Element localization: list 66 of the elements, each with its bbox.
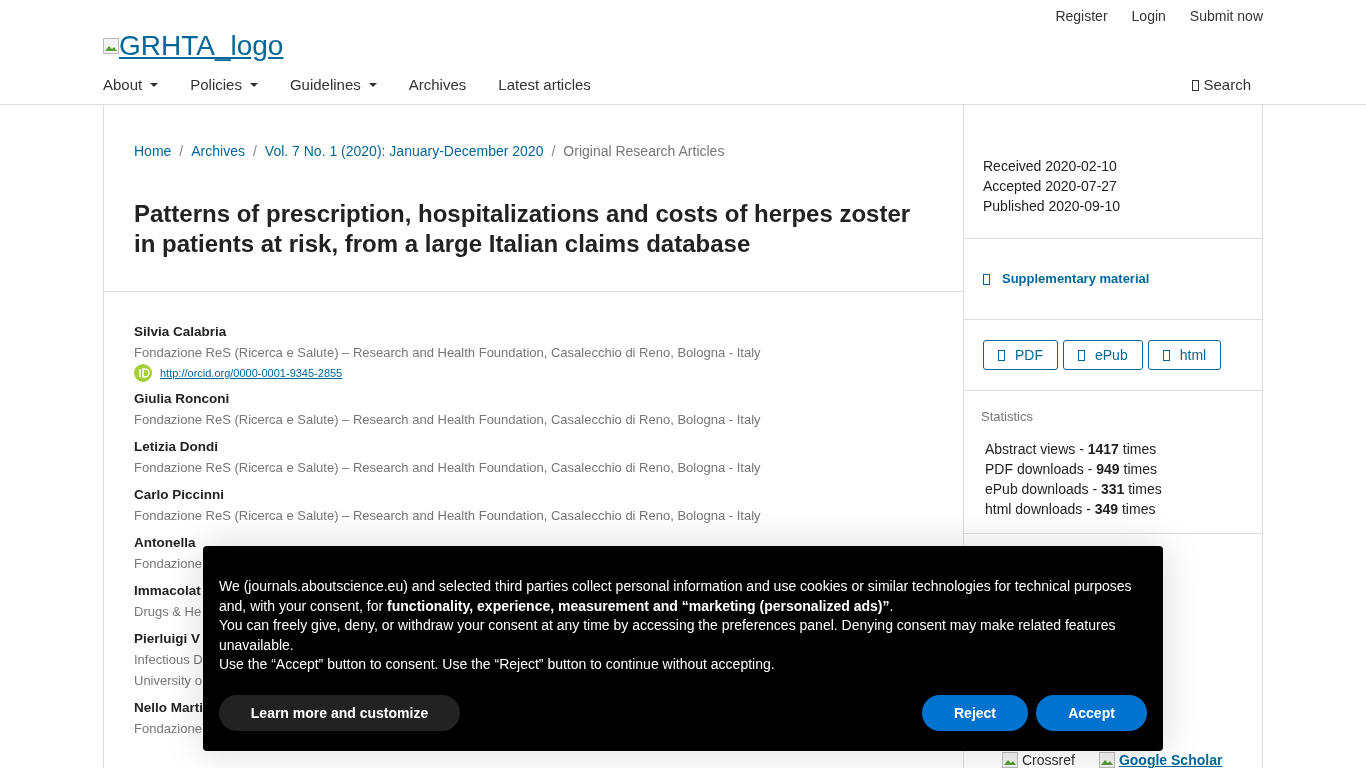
statistics-row-text: Abstract views - 1417 times	[985, 440, 1158, 459]
statistics-row-text: html downloads - 349 times	[985, 500, 1157, 519]
author-affiliation: Fondazione ReS (Ricerca e Salute) – Research and Health Foundation, Casalecchio di Reno, Bologna - Italy	[134, 507, 761, 525]
missing-glyph-icon	[1078, 349, 1085, 361]
author-affiliation: Infectious D	[134, 651, 203, 669]
nav-menu-item[interactable]: Guidelines	[289, 74, 377, 97]
author-name: Nello Marti	[134, 699, 203, 717]
author-name: Carlo Piccinni	[134, 486, 225, 504]
customize-button[interactable]: Learn more and customize	[219, 694, 460, 731]
caret-icon	[249, 83, 258, 88]
nav-menu-item[interactable]: Latest articles	[498, 74, 591, 97]
author-name: Letizia Dondi	[134, 438, 218, 456]
author-name: Giulia Ronconi	[134, 390, 230, 408]
missing-glyph-icon	[983, 273, 990, 285]
author-affiliation: Drugs & He	[134, 603, 202, 621]
author-affiliation: Fondazione	[134, 720, 202, 738]
nav-menu-item[interactable]: Policies	[190, 74, 258, 97]
author-affiliation: Fondazione ReS (Ricerca e Salute) – Research and Health Foundation, Casalecchio di Reno, Bologna - Italy	[134, 459, 761, 477]
author-name: Silvia Calabria	[134, 323, 227, 341]
reject-button[interactable]: Reject	[922, 694, 1028, 731]
search-link[interactable]: Search	[1192, 74, 1251, 97]
statistics-row-text: ePub downloads - 331 times	[985, 480, 1163, 499]
user-nav-link[interactable]: Register	[1055, 6, 1108, 26]
cookie-text: Use the “Accept” button to consent. Use the “Reject” button to continue without accepting.	[219, 655, 776, 674]
nav-menu-item[interactable]: About	[103, 74, 159, 97]
breadcrumb-link[interactable]: Home	[134, 141, 172, 161]
logo-link[interactable]: GRHTA_logo	[103, 30, 284, 62]
statistics-heading: Statistics	[981, 409, 1034, 425]
author-name: Pierluigi V	[134, 630, 201, 648]
user-nav-link[interactable]: Login	[1131, 6, 1166, 26]
article-title: Patterns of prescription, hospitalizations and costs of herpes zoster in patients at risk, from a large Italian claims database	[134, 199, 912, 259]
missing-glyph-icon	[1162, 349, 1170, 361]
author-name: Antonella	[134, 534, 196, 552]
google-scholar-link[interactable]: Google Scholar	[1098, 752, 1223, 768]
author-affiliation: Fondazione ReS (Ricerca e Salute) – Research and Health Foundation, Casalecchio di Reno, Bologna - Italy	[134, 344, 761, 362]
galley-button[interactable]: PDF	[983, 340, 1058, 370]
author-affiliation: Fondazione ReS (Ricerca e Salute) – Research and Health Foundation, Casalecchio di Reno, Bologna - Italy	[134, 411, 761, 429]
galley-button[interactable]: html	[1147, 340, 1222, 370]
statistics-row-text: PDF downloads - 949 times	[985, 460, 1158, 479]
breadcrumb-separator: /	[551, 142, 556, 161]
breadcrumb-link[interactable]: Archives	[191, 141, 245, 161]
cookie-text: We (journals.aboutscience.eu) and selected third parties collect personal information and use cookies or similar technologies for technical purposes and, with your consent, for functionality, experience, measurement and “marketing (personalized ads)”.	[219, 577, 1133, 616]
accept-button[interactable]: Accept	[1036, 694, 1147, 731]
breadcrumb-separator: /	[179, 142, 184, 161]
article-date: Published 2020-09-10	[983, 197, 1121, 216]
caret-icon	[368, 83, 377, 88]
author-affiliation: Fondazione	[134, 555, 202, 573]
orcid-icon	[134, 364, 152, 382]
author-affiliation: University o	[134, 672, 202, 690]
orcid-link[interactable]: http://orcid.org/0000-0001-9345-2855	[160, 364, 343, 382]
article-date: Received 2020-02-10	[983, 157, 1118, 176]
missing-glyph-icon	[1192, 79, 1200, 91]
galley-button[interactable]: ePub	[1063, 340, 1143, 370]
crossref-label: Crossref	[1002, 752, 1075, 768]
breadcrumb-current-page[interactable]: Original Research Articles	[563, 141, 725, 161]
cookie-text: You can freely give, deny, or withdraw your consent at any time by accessing the preferences panel. Denying consent may make related features unavailable.	[219, 616, 1117, 655]
missing-glyph-icon	[998, 349, 1005, 361]
author-name: Immacolat	[134, 582, 201, 600]
article-date: Accepted 2020-07-27	[983, 177, 1118, 196]
supplementary-link[interactable]: Supplementary material	[983, 269, 1150, 289]
broken-image-icon	[103, 38, 119, 54]
caret-icon	[150, 83, 159, 88]
breadcrumb-separator: /	[252, 142, 257, 161]
user-nav-link[interactable]: Submit now	[1189, 6, 1263, 26]
nav-menu-item[interactable]: Archives	[408, 74, 467, 97]
breadcrumb-link[interactable]: Vol. 7 No. 1 (2020): January-December 2020	[264, 141, 544, 161]
